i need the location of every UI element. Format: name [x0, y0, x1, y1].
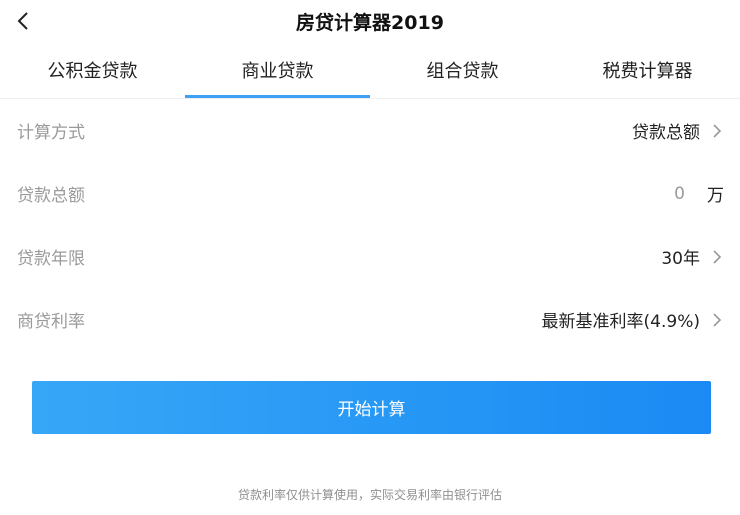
start-calculation-button[interactable]: 开始计算: [32, 381, 711, 434]
loan-form: 计算方式 贷款总额 贷款总额 万 贷款年限 30年 商贷利率 最新基准利率(4.…: [0, 99, 740, 351]
loan-term-label: 贷款年限: [17, 249, 85, 269]
tab-provident-fund-loan[interactable]: 公积金贷款: [0, 42, 185, 98]
loan-amount-unit: 万: [707, 186, 724, 206]
page-title: 房贷计算器2019: [296, 11, 444, 34]
loan-amount-input[interactable]: [647, 183, 707, 204]
loan-term-value: 30年: [661, 249, 700, 269]
header-bar: 房贷计算器2019: [0, 0, 740, 42]
loan-term-row[interactable]: 贷款年限 30年: [0, 225, 740, 288]
chevron-left-icon: [17, 12, 28, 30]
loan-amount-label: 贷款总额: [17, 186, 85, 206]
loan-type-tabs: 公积金贷款 商业贷款 组合贷款 税费计算器: [0, 42, 740, 99]
chevron-right-icon: [713, 123, 722, 138]
loan-rate-value: 最新基准利率(4.9%): [541, 312, 700, 332]
calc-method-label: 计算方式: [17, 123, 85, 143]
tab-combined-loan[interactable]: 组合贷款: [370, 42, 555, 98]
rate-disclaimer: 贷款利率仅供计算使用，实际交易利率由银行评估: [237, 488, 502, 502]
calc-method-value: 贷款总额: [632, 123, 700, 143]
loan-rate-row[interactable]: 商贷利率 最新基准利率(4.9%): [0, 288, 740, 351]
calc-method-row[interactable]: 计算方式 贷款总额: [0, 99, 740, 162]
loan-amount-row: 贷款总额 万: [0, 162, 740, 225]
tab-tax-calculator[interactable]: 税费计算器: [555, 42, 740, 98]
tab-commercial-loan[interactable]: 商业贷款: [185, 42, 370, 98]
calc-button-wrap: 开始计算: [0, 381, 740, 434]
chevron-right-icon: [713, 249, 722, 264]
chevron-right-icon: [713, 312, 722, 327]
back-button[interactable]: [10, 6, 36, 36]
loan-rate-label: 商贷利率: [17, 312, 85, 332]
